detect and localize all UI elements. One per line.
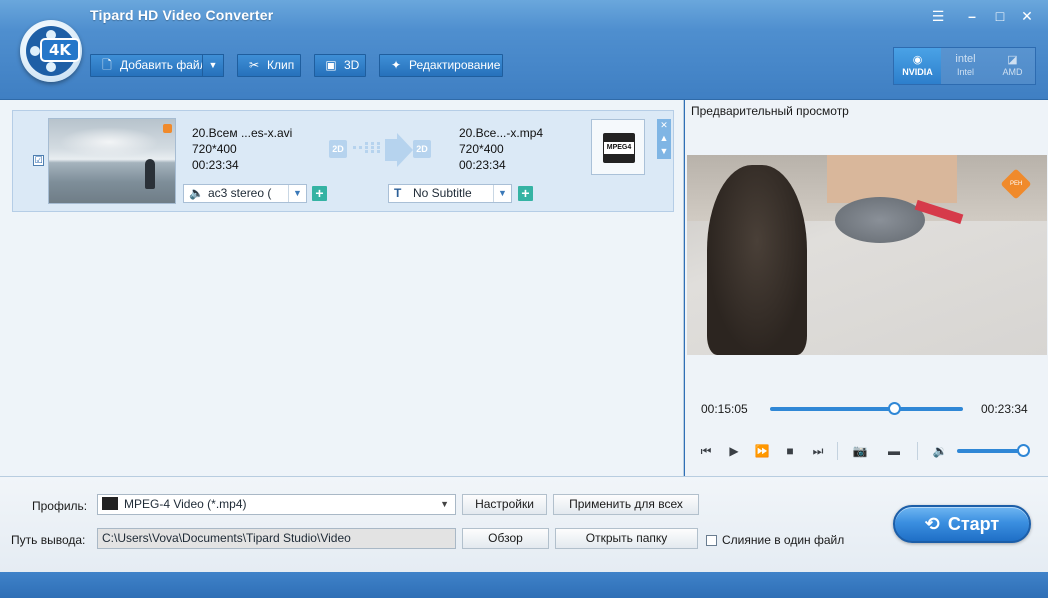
separator <box>837 442 838 460</box>
add-audio-button[interactable]: + <box>312 186 327 201</box>
nvidia-icon: ◉ <box>912 54 923 66</box>
format-badge: MPEG4 <box>604 142 634 154</box>
file-checkbox[interactable]: ☑ <box>33 155 44 166</box>
add-subtitle-button[interactable]: + <box>518 186 533 201</box>
app-title: Tipard HD Video Converter <box>90 7 274 23</box>
scissors-icon: ✂ <box>248 58 260 72</box>
start-button[interactable]: ⟲ Старт <box>893 505 1031 543</box>
add-file-icon: 🗋 <box>102 58 112 72</box>
fast-forward-icon[interactable]: ⏩ <box>753 442 771 460</box>
subtitle-select[interactable]: T No Subtitle ▼ <box>388 184 512 203</box>
start-label: Старт <box>947 514 1000 534</box>
film-icon: MPEG4 <box>603 133 635 163</box>
source-2d-tag: 2D <box>329 140 347 158</box>
preview-panel: Предварительный просмотр PEH 00:15:05 00… <box>685 100 1048 476</box>
menu-icon[interactable]: ☰ <box>927 6 949 26</box>
edit-button[interactable]: ✦ Редактирование <box>379 54 503 77</box>
move-down-icon[interactable]: ▼ <box>657 145 671 158</box>
stop-icon[interactable]: ■ <box>781 442 799 460</box>
intel-logo: intel <box>955 53 976 65</box>
edit-label: Редактирование <box>409 58 501 72</box>
close-button[interactable]: ✕ <box>1016 6 1038 26</box>
remove-icon[interactable]: ✕ <box>657 119 671 132</box>
current-time: 00:15:05 <box>701 402 748 416</box>
merge-label: Слияние в один файл <box>722 533 845 547</box>
browse-button[interactable]: Обзор <box>462 528 549 549</box>
apply-all-button[interactable]: Применить для всех <box>553 494 699 515</box>
profile-select[interactable]: MPEG-4 Video (*.mp4) ▼ <box>97 494 456 515</box>
add-file-button[interactable]: 🗋 Добавить файл <box>90 54 207 77</box>
gpu-acceleration-panel: ◉ NVIDIA intel Intel ◪ AMD <box>893 47 1036 85</box>
amd-icon: ◪ <box>1007 54 1018 66</box>
3d-button[interactable]: ▣ 3D <box>314 54 366 77</box>
arrow-right-icon <box>353 133 413 167</box>
3d-icon: ▣ <box>325 58 337 72</box>
text-icon: T <box>394 186 402 200</box>
merge-checkbox[interactable] <box>706 535 717 546</box>
toolbar: 4K Tipard HD Video Converter ☰ – □ ✕ 🗋 До… <box>0 0 1048 100</box>
folder-icon[interactable]: ▬ <box>885 442 903 460</box>
speaker-icon: 🔈 <box>189 186 204 200</box>
amd-button[interactable]: ◪ AMD <box>989 48 1036 84</box>
audio-track-value: ac3 stereo ( <box>208 186 272 200</box>
output-settings-panel: Профиль: MPEG-4 Video (*.mp4) ▼ Настройк… <box>0 476 1048 572</box>
preview-label: Предварительный просмотр <box>691 104 849 118</box>
chevron-down-icon: ▼ <box>288 185 306 202</box>
row-controls: ✕ ▲ ▼ <box>657 119 671 159</box>
app-logo: 4K <box>20 20 82 82</box>
file-row[interactable]: ☑ 20.Всем ...es-x.avi 720*400 00:23:34 2… <box>12 110 674 212</box>
play-icon[interactable]: ▶ <box>725 442 743 460</box>
video-frame <box>707 165 807 355</box>
output-format-button[interactable]: MPEG4 <box>591 119 645 175</box>
speaker-icon[interactable]: 🔉 <box>931 442 949 460</box>
source-thumbnail[interactable] <box>48 118 176 204</box>
clip-button[interactable]: ✂ Клип <box>237 54 301 77</box>
preview-video[interactable]: PEH <box>687 155 1047 355</box>
audio-track-select[interactable]: 🔈 ac3 stereo ( ▼ <box>183 184 307 203</box>
chevron-down-icon: ▼ <box>440 499 449 509</box>
total-time: 00:23:34 <box>981 402 1028 416</box>
maximize-button[interactable]: □ <box>989 6 1011 26</box>
minimize-button[interactable]: – <box>961 6 983 26</box>
subtitle-value: No Subtitle <box>413 186 472 200</box>
skip-forward-icon[interactable]: ⏭ <box>809 442 827 460</box>
target-2d-tag: 2D <box>413 140 431 158</box>
status-bar <box>0 572 1048 598</box>
add-file-dropdown[interactable]: ▼ <box>202 54 224 77</box>
file-list-panel: ☑ 20.Всем ...es-x.avi 720*400 00:23:34 2… <box>0 100 684 476</box>
source-resolution: 720*400 <box>192 142 237 156</box>
seek-slider[interactable] <box>770 402 963 415</box>
volume-slider[interactable] <box>957 444 1030 457</box>
move-up-icon[interactable]: ▲ <box>657 132 671 145</box>
skip-back-icon[interactable]: ⏮ <box>697 442 715 460</box>
target-filename: 20.Все...-x.mp4 <box>459 126 544 140</box>
camera-icon[interactable]: 📷 <box>851 442 869 460</box>
source-duration: 00:23:34 <box>192 158 239 172</box>
profile-value: MPEG-4 Video (*.mp4) <box>124 497 247 511</box>
mpeg-icon <box>102 497 118 510</box>
seek-handle[interactable] <box>887 402 901 415</box>
output-path-field[interactable]: C:\Users\Vova\Documents\Tipard Studio\Vi… <box>97 528 456 549</box>
output-label: Путь вывода: <box>11 533 86 547</box>
refresh-icon: ⟲ <box>924 514 940 534</box>
sparkle-icon: ✦ <box>390 58 402 72</box>
open-folder-button[interactable]: Открыть папку <box>555 528 698 549</box>
target-resolution: 720*400 <box>459 142 504 156</box>
chevron-down-icon: ▼ <box>493 185 511 202</box>
logo-badge: 4K <box>40 38 80 62</box>
source-filename: 20.Всем ...es-x.avi <box>192 126 293 140</box>
clip-label: Клип <box>267 58 295 72</box>
nvidia-button[interactable]: ◉ NVIDIA <box>894 48 941 84</box>
settings-button[interactable]: Настройки <box>462 494 547 515</box>
target-duration: 00:23:34 <box>459 158 506 172</box>
convert-arrow: 2D 2D <box>329 133 439 167</box>
add-file-label: Добавить файл <box>120 58 207 72</box>
intel-button[interactable]: intel Intel <box>942 48 989 84</box>
separator <box>917 442 918 460</box>
profile-label: Профиль: <box>32 499 88 513</box>
volume-handle[interactable] <box>1017 444 1030 457</box>
edit-mark-icon <box>163 124 172 133</box>
3d-label: 3D <box>344 58 360 72</box>
